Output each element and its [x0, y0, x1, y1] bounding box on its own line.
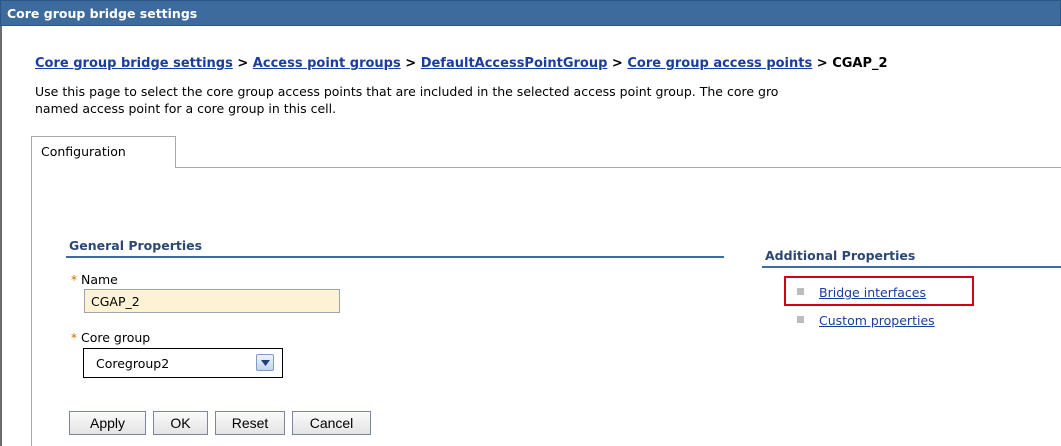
tab-bar-rule — [175, 167, 1061, 168]
core-group-select[interactable]: Coregroup2 — [83, 348, 283, 378]
title-text: Core group bridge settings — [7, 6, 198, 21]
breadcrumb-link-core-group-bridge-settings[interactable]: Core group bridge settings — [35, 56, 233, 71]
additional-properties-rule — [762, 266, 1061, 268]
general-properties-heading: General Properties — [69, 238, 203, 253]
custom-properties-link[interactable]: Custom properties — [819, 313, 935, 328]
additional-properties-heading: Additional Properties — [765, 248, 916, 263]
core-group-label-text: Core group — [80, 330, 151, 345]
ok-button[interactable]: OK — [153, 411, 208, 435]
general-properties-rule — [66, 256, 724, 258]
reset-button[interactable]: Reset — [215, 411, 285, 435]
frame-border — [0, 26, 2, 446]
breadcrumb-current: CGAP_2 — [832, 56, 888, 71]
breadcrumb-link-access-point-groups[interactable]: Access point groups — [253, 56, 401, 71]
name-label-text: Name — [80, 272, 118, 287]
breadcrumb-separator: > — [405, 56, 417, 71]
breadcrumb-separator: > — [611, 56, 623, 71]
required-asterisk-icon: * — [71, 331, 77, 345]
chevron-down-icon[interactable] — [256, 354, 274, 371]
breadcrumb-separator: > — [816, 56, 828, 71]
tab-configuration[interactable]: Configuration — [31, 136, 176, 168]
breadcrumb-link-default-access-point-group[interactable]: DefaultAccessPointGroup — [421, 56, 608, 71]
panel-border — [31, 167, 32, 446]
cancel-button[interactable]: Cancel — [292, 411, 371, 435]
description-line-2: named access point for a core group in t… — [35, 101, 337, 116]
title-bar: Core group bridge settings — [0, 0, 1061, 26]
bridge-interfaces-link[interactable]: Bridge interfaces — [819, 285, 926, 300]
page-description: Use this page to select the core group a… — [35, 83, 1061, 117]
breadcrumb-link-core-group-access-points[interactable]: Core group access points — [627, 56, 812, 71]
breadcrumb: Core group bridge settings > Access poin… — [35, 56, 888, 71]
tab-configuration-label: Configuration — [41, 144, 126, 159]
description-line-1: Use this page to select the core group a… — [35, 84, 779, 99]
core-group-field-label: * Core group — [71, 330, 150, 345]
breadcrumb-separator: > — [237, 56, 249, 71]
core-group-selected-value: Coregroup2 — [96, 356, 170, 371]
bullet-icon — [797, 316, 804, 323]
name-input[interactable] — [84, 289, 340, 313]
apply-button[interactable]: Apply — [69, 411, 146, 435]
required-asterisk-icon: * — [71, 273, 77, 287]
bullet-icon — [797, 288, 804, 295]
name-field-label: * Name — [71, 272, 118, 287]
